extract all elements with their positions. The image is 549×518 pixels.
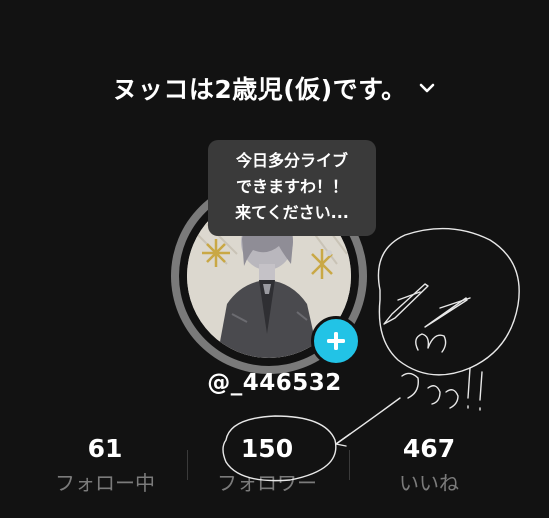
profile-stats: 61 フォロー中 150 フォロワー 467 いいね — [0, 430, 549, 510]
followers-label: フォロワー — [217, 471, 317, 495]
likes-count: 467 — [402, 434, 456, 463]
likes-label: いいね — [399, 471, 459, 495]
account-switcher[interactable]: ヌッコは2歳児(仮)です。 — [0, 66, 549, 110]
likes-stat[interactable]: 467 いいね — [349, 430, 509, 498]
status-note-line-1: 今日多分ライブ — [235, 151, 348, 170]
account-name[interactable]: ヌッコは2歳児(仮)です。 — [112, 70, 406, 106]
status-note-line-2: できますわ！！ — [235, 177, 348, 196]
username-handle: @_446532 — [207, 370, 342, 396]
status-note-line-3: 来てください... — [235, 203, 349, 222]
plus-icon — [327, 332, 345, 350]
status-note-bubble[interactable]: 今日多分ライブ できますわ！！ 来てください... — [208, 140, 376, 236]
followers-stat[interactable]: 150 フォロワー — [187, 430, 347, 498]
following-label: フォロー中 — [55, 471, 155, 495]
following-count: 61 — [87, 434, 123, 463]
followers-count: 150 — [240, 434, 294, 463]
following-stat[interactable]: 61 フォロー中 — [25, 430, 185, 498]
chevron-down-icon[interactable] — [417, 78, 437, 98]
add-plus-button[interactable] — [311, 316, 361, 366]
